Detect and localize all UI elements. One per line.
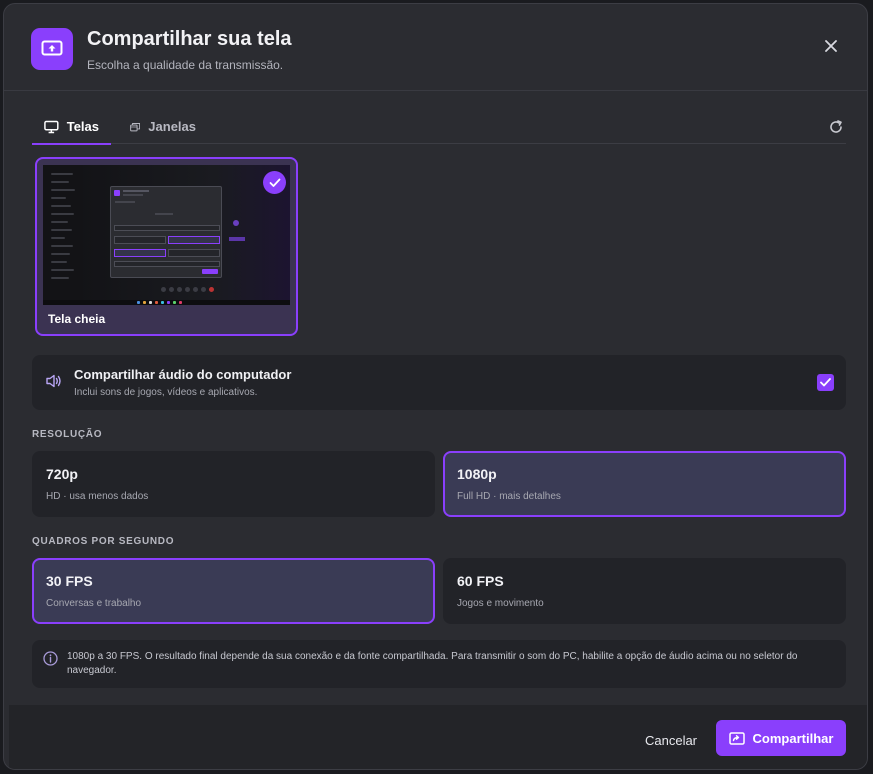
audio-option-title: Compartilhar áudio do computador	[74, 367, 292, 382]
dialog-header: Compartilhar sua tela Escolha a qualidad…	[4, 4, 867, 91]
option-title: 60 FPS	[457, 573, 504, 589]
cancel-button[interactable]: Cancelar	[641, 723, 701, 757]
info-text: 1080p a 30 FPS. O resultado final depend…	[67, 651, 798, 676]
resolution-option-1080p[interactable]: 1080p Full HD · mais detalhes	[443, 451, 846, 517]
checkmark-icon	[820, 378, 831, 387]
share-audio-option[interactable]: Compartilhar áudio do computador Inclui …	[32, 355, 846, 410]
tab-screens-label: Telas	[66, 119, 99, 134]
info-icon	[43, 651, 58, 671]
option-description: Conversas e trabalho	[46, 598, 142, 609]
tab-screens[interactable]: Telas	[32, 109, 111, 145]
selected-check-icon	[263, 171, 286, 194]
screen-thumbnail	[43, 165, 290, 305]
option-title: 1080p	[457, 466, 497, 482]
refresh-icon	[830, 120, 842, 133]
screen-option-fullscreen[interactable]: Tela cheia	[35, 157, 298, 336]
fps-option-60[interactable]: 60 FPS Jogos e movimento	[443, 558, 846, 624]
close-button[interactable]	[821, 36, 841, 56]
close-icon	[825, 40, 837, 52]
tab-windows[interactable]: Janelas	[118, 109, 208, 144]
resolution-section-label: RESOLUÇÃO	[32, 429, 103, 440]
refresh-button[interactable]	[826, 117, 846, 137]
info-box: 1080p a 30 FPS. O resultado final depend…	[32, 640, 846, 688]
tab-windows-label: Janelas	[148, 119, 196, 134]
option-description: Jogos e movimento	[457, 598, 544, 609]
dialog-title: Compartilhar sua tela	[87, 28, 292, 50]
dialog-footer: Cancelar Compartilhar	[9, 705, 867, 769]
share-button-label: Compartilhar	[752, 730, 834, 746]
speaker-icon	[46, 374, 62, 393]
resolution-option-720p[interactable]: 720p HD · usa menos dados	[32, 451, 435, 517]
share-button[interactable]: Compartilhar	[716, 720, 846, 756]
audio-option-description: Inclui sons de jogos, vídeos e aplicativ…	[74, 387, 258, 398]
option-title: 30 FPS	[46, 573, 93, 589]
fps-option-30[interactable]: 30 FPS Conversas e trabalho	[32, 558, 435, 624]
audio-checkbox[interactable]	[817, 374, 834, 391]
screen-option-label: Tela cheia	[48, 312, 106, 326]
option-description: Full HD · mais detalhes	[457, 491, 561, 502]
option-description: HD · usa menos dados	[46, 491, 149, 502]
share-screen-dialog: Compartilhar sua tela Escolha a qualidad…	[3, 3, 868, 770]
screen-share-icon	[728, 731, 745, 745]
option-title: 720p	[46, 466, 78, 482]
dialog-subtitle: Escolha a qualidade da transmissão.	[87, 58, 284, 72]
screen-share-icon	[31, 28, 73, 70]
source-tabs: Telas Janelas	[32, 109, 846, 145]
monitor-icon	[44, 120, 59, 133]
fps-section-label: QUADROS POR SEGUNDO	[32, 536, 175, 547]
windows-icon	[130, 122, 141, 131]
